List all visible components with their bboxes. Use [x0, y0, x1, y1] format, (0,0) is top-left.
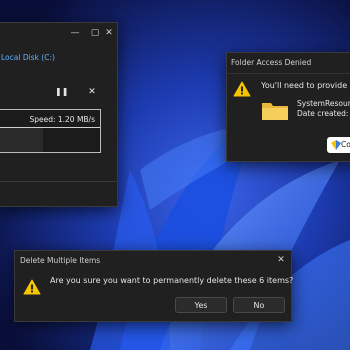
close-button[interactable]: ✕ [101, 26, 117, 40]
dialog-message: You'll need to provide adm [261, 81, 350, 90]
folder-name: SystemResource [297, 99, 350, 108]
copy-progress-window: — ▢ ✕ Local Disk (C:) ❚❚ ✕ Speed: 1.20 M… [0, 22, 118, 207]
divider [0, 181, 117, 182]
title-bar: — ▢ ✕ [0, 23, 117, 43]
folder-icon [262, 103, 288, 120]
warning-icon [233, 81, 251, 97]
no-button[interactable]: No [233, 297, 285, 313]
warning-icon [23, 279, 41, 295]
destination-path[interactable]: Local Disk (C:) [1, 53, 55, 62]
yes-button[interactable]: Yes [175, 297, 227, 313]
transfer-speed-graph: Speed: 1.20 MB/s [0, 109, 101, 153]
speed-label: Speed: 1.20 MB/s [29, 115, 95, 124]
cancel-icon[interactable]: ✕ [87, 87, 97, 97]
progress-fill [0, 127, 100, 152]
pause-icon[interactable]: ❚❚ [55, 87, 68, 97]
delete-multiple-items-dialog: Delete Multiple Items ✕ Are you sure you… [14, 250, 294, 322]
folder-date: Date created: 4/ [297, 109, 350, 118]
dialog-title: Folder Access Denied [231, 58, 312, 67]
divider [227, 73, 350, 74]
dialog-message: Are you sure you want to permanently del… [50, 276, 294, 285]
dialog-title: Delete Multiple Items [20, 256, 101, 265]
uac-shield-icon [331, 140, 341, 150]
close-button[interactable]: ✕ [273, 253, 289, 267]
minimize-button[interactable]: — [67, 26, 83, 40]
folder-access-denied-dialog: Folder Access Denied You'll need to prov… [226, 52, 350, 162]
continue-label: Co [341, 140, 350, 149]
